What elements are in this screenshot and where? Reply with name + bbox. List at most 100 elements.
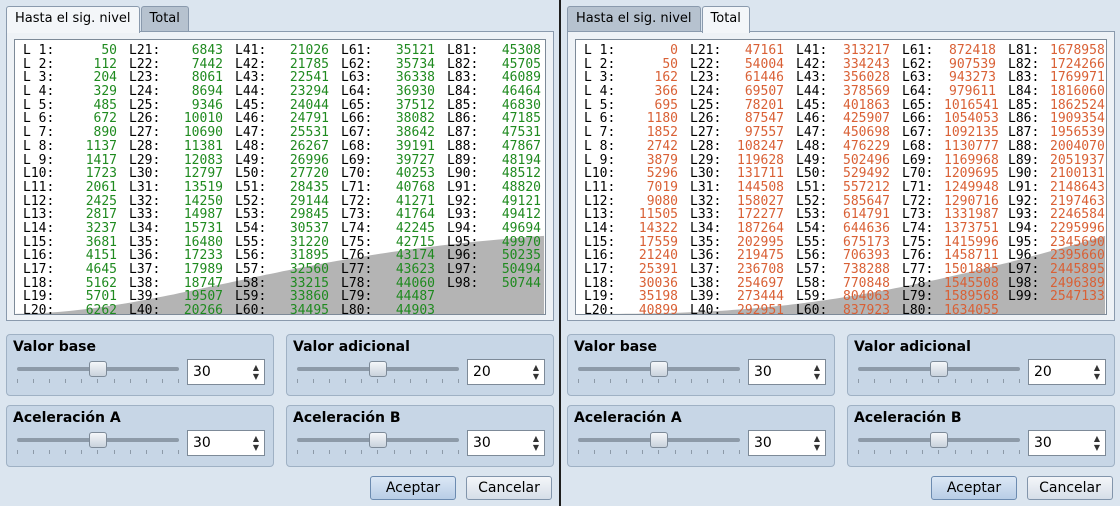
chevron-down-icon[interactable]: ▼ <box>812 443 822 452</box>
level-value: 425907 <box>843 111 890 127</box>
acceleration-b-spinbox[interactable]: 30 ▲ ▼ <box>467 430 545 456</box>
level-label: L 4: <box>584 84 616 100</box>
tab-next-level[interactable]: Hasta el sig. nivel <box>567 6 701 32</box>
chevron-down-icon[interactable]: ▼ <box>251 372 261 381</box>
acceleration-b-slider[interactable] <box>297 432 459 454</box>
base-value-spinbox[interactable]: 30 ▲ ▼ <box>748 359 826 385</box>
tab-total[interactable]: Total <box>140 6 189 32</box>
base-value-slider[interactable] <box>17 361 179 383</box>
chevron-up-icon[interactable]: ▲ <box>251 434 261 443</box>
chevron-up-icon[interactable]: ▲ <box>531 363 541 372</box>
chevron-down-icon[interactable]: ▼ <box>531 443 541 452</box>
level-label: L42: <box>235 56 267 72</box>
level-label: L51: <box>235 179 267 195</box>
slider-thumb[interactable] <box>650 432 668 448</box>
tab-next-level[interactable]: Hasta el sig. nivel <box>6 6 140 33</box>
level-entry: L 3: 162 <box>584 71 690 85</box>
spinbox-arrows[interactable]: ▲ ▼ <box>1092 434 1102 452</box>
chevron-up-icon[interactable]: ▲ <box>812 363 822 372</box>
acceleration-b-slider[interactable] <box>858 432 1020 454</box>
level-label: L31: <box>129 179 161 195</box>
slider-tick <box>457 450 459 454</box>
acceleration-b-spinbox[interactable]: 30 ▲ ▼ <box>1028 430 1106 456</box>
chevron-down-icon[interactable]: ▼ <box>812 372 822 381</box>
level-entry: L26: 87547 <box>690 112 796 126</box>
spinbox-arrows[interactable]: ▲ ▼ <box>1092 363 1102 381</box>
chevron-down-icon[interactable]: ▼ <box>531 372 541 381</box>
level-entry: L59: 804063 <box>796 290 902 304</box>
additional-value-slider[interactable] <box>297 361 459 383</box>
level-value: 7019 <box>646 179 678 195</box>
slider-thumb[interactable] <box>930 432 948 448</box>
level-label: L20: <box>584 303 616 315</box>
level-entry: L47: 450698 <box>796 126 902 140</box>
level-label: L38: <box>129 275 161 291</box>
chevron-up-icon[interactable]: ▲ <box>1092 434 1102 443</box>
level-entry: L85: 1862524 <box>1008 97 1106 113</box>
chevron-down-icon[interactable]: ▼ <box>1092 443 1102 452</box>
acceleration-a-spinbox[interactable]: 30 ▲ ▼ <box>748 430 826 456</box>
level-entry: L50: 529492 <box>796 167 902 181</box>
level-value: 1054053 <box>944 111 999 127</box>
chevron-up-icon[interactable]: ▲ <box>812 434 822 443</box>
spinbox-arrows[interactable]: ▲ ▼ <box>531 434 541 452</box>
chevron-up-icon[interactable]: ▲ <box>531 434 541 443</box>
level-value: 329 <box>93 84 117 100</box>
level-label: L52: <box>796 193 828 209</box>
level-value: 50494 <box>501 262 541 277</box>
acceleration-a-group: Aceleración A 30 ▲ ▼ <box>567 405 835 467</box>
spinbox-arrows[interactable]: ▲ ▼ <box>531 363 541 381</box>
level-label: L27: <box>129 125 161 141</box>
accept-button[interactable]: Aceptar <box>931 476 1017 500</box>
level-entry: L79: 44487 <box>341 290 447 304</box>
cancel-button[interactable]: Cancelar <box>1027 476 1113 500</box>
base-value-spinbox[interactable]: 30 ▲ ▼ <box>187 359 265 385</box>
acceleration-a-spinbox[interactable]: 30 ▲ ▼ <box>187 430 265 456</box>
level-value: 502496 <box>843 152 890 168</box>
spinbox-arrows[interactable]: ▲ ▼ <box>251 434 261 452</box>
chevron-up-icon[interactable]: ▲ <box>1092 363 1102 372</box>
chevron-down-icon[interactable]: ▼ <box>1092 372 1102 381</box>
level-entry: L85: 46830 <box>447 99 545 113</box>
level-table[interactable]: L 1: 0 L 2: 50 L 3: 162 L 4: 366 L 5: 695 L 6: 1180… <box>575 39 1107 315</box>
slider-tick <box>177 450 179 454</box>
level-label: L17: <box>23 262 55 277</box>
additional-value-spinbox[interactable]: 20 ▲ ▼ <box>467 359 545 385</box>
base-value-slider[interactable] <box>578 361 740 383</box>
level-value: 6843 <box>191 43 223 58</box>
slider-thumb[interactable] <box>930 361 948 377</box>
level-value: 45308 <box>501 43 541 58</box>
level-value: 21785 <box>289 56 329 72</box>
acceleration-a-slider[interactable] <box>578 432 740 454</box>
slider-thumb[interactable] <box>650 361 668 377</box>
level-label: L86: <box>447 111 479 127</box>
additional-value-slider[interactable] <box>858 361 1020 383</box>
slider-thumb[interactable] <box>369 432 387 448</box>
level-value: 5296 <box>646 166 678 182</box>
tab-total[interactable]: Total <box>701 6 750 33</box>
additional-value-spinbox[interactable]: 20 ▲ ▼ <box>1028 359 1106 385</box>
accept-button[interactable]: Aceptar <box>370 476 456 500</box>
slider-thumb[interactable] <box>89 432 107 448</box>
chevron-up-icon[interactable]: ▲ <box>251 363 261 372</box>
spinbox-arrows[interactable]: ▲ ▼ <box>812 363 822 381</box>
cancel-button[interactable]: Cancelar <box>466 476 552 500</box>
level-table[interactable]: L 1: 50 L 2: 112 L 3: 204 L 4: 329 L 5: 485 L 6: 67… <box>14 39 546 315</box>
level-label: L11: <box>23 179 55 195</box>
slider-tick <box>129 450 131 454</box>
level-entry: L55: 31220 <box>235 235 341 250</box>
slider-tick <box>457 379 459 383</box>
spinbox-arrows[interactable]: ▲ ▼ <box>812 434 822 452</box>
level-entry: L68: 39191 <box>341 140 447 154</box>
spinbox-arrows[interactable]: ▲ ▼ <box>251 363 261 381</box>
slider-thumb[interactable] <box>89 361 107 377</box>
chevron-down-icon[interactable]: ▼ <box>251 443 261 452</box>
slider-thumb[interactable] <box>369 361 387 377</box>
acceleration-a-slider[interactable] <box>17 432 179 454</box>
level-label: L83: <box>447 70 479 86</box>
level-value: 1137 <box>85 138 117 154</box>
level-entry: L44: 23294 <box>235 85 341 99</box>
level-value: 1862524 <box>1050 97 1105 113</box>
slider-tick <box>722 450 724 454</box>
level-value: 87547 <box>744 111 784 127</box>
